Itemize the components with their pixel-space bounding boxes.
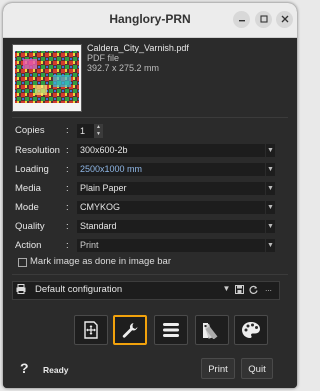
loading-label: Loading (15, 164, 49, 175)
colon: : (66, 183, 69, 194)
minimize-button[interactable] (233, 11, 250, 28)
chevron-down-icon[interactable]: ▼ (266, 201, 275, 214)
colon: : (66, 202, 69, 213)
thumbnail-image (15, 51, 79, 103)
minimize-icon (238, 20, 245, 22)
chevron-down-icon[interactable]: ▼ (266, 220, 275, 233)
queue-tool[interactable] (154, 315, 188, 345)
colon: : (66, 145, 69, 156)
mode-label: Mode (15, 202, 39, 213)
media-label: Media (15, 183, 41, 194)
colon: : (66, 240, 69, 251)
status-text: Ready (43, 365, 69, 375)
configuration-value: Default configuration (35, 284, 123, 295)
action-label: Action (15, 240, 42, 251)
mode-select[interactable]: CMYKOG (77, 201, 265, 214)
copies-stepper[interactable]: ▲ ▼ (94, 124, 103, 138)
chevron-down-icon[interactable]: ▼ (221, 283, 232, 295)
title-bar[interactable]: Hanglory-PRN (3, 3, 297, 38)
file-dimensions: 392.7 x 275.2 mm (87, 63, 160, 73)
quit-button[interactable]: Quit (241, 358, 273, 379)
save-config-button[interactable] (234, 283, 245, 295)
color-tool[interactable] (195, 315, 229, 345)
copies-label: Copies (15, 125, 45, 136)
more-config-button[interactable]: ... (263, 283, 274, 295)
close-button[interactable] (276, 11, 293, 28)
colon: : (66, 221, 69, 232)
palette-icon (242, 322, 260, 338)
maximize-icon (259, 15, 268, 23)
colon: : (66, 125, 69, 136)
color-swatch-icon (203, 323, 218, 339)
close-icon (281, 15, 288, 23)
page-layout-icon (84, 321, 98, 339)
refresh-icon (249, 285, 258, 294)
media-select[interactable]: Plain Paper (77, 182, 265, 195)
copies-input[interactable]: 1 (77, 124, 94, 138)
chevron-down-icon[interactable]: ▼ (266, 239, 275, 252)
dialog-content: Caldera_City_Varnish.pdf PDF file 392.7 … (3, 38, 297, 388)
help-button[interactable]: ? (20, 360, 29, 376)
page-layout-tool[interactable] (74, 315, 108, 345)
action-select[interactable]: Print (77, 239, 265, 252)
mark-image-label: Mark image as done in image bar (30, 256, 171, 267)
separator (12, 274, 288, 275)
chevron-down-icon[interactable]: ▼ (266, 163, 275, 176)
chevron-down-icon[interactable]: ▼ (266, 182, 275, 195)
file-type: PDF file (87, 53, 120, 63)
stepper-down-icon[interactable]: ▼ (94, 131, 103, 138)
list-icon (163, 323, 179, 337)
quality-select[interactable]: Standard (77, 220, 265, 233)
save-icon (235, 285, 244, 294)
wrench-icon (122, 323, 138, 338)
settings-tool[interactable] (113, 315, 147, 345)
resolution-select[interactable]: 300x600-2b (77, 144, 265, 157)
file-name: Caldera_City_Varnish.pdf (87, 43, 189, 53)
maximize-button[interactable] (255, 11, 272, 28)
palette-tool[interactable] (234, 315, 268, 345)
printer-icon (16, 284, 26, 294)
colon: : (66, 164, 69, 175)
loading-select[interactable]: 2500x1000 mm (77, 163, 265, 176)
stepper-up-icon[interactable]: ▲ (94, 124, 103, 131)
refresh-config-button[interactable] (248, 283, 259, 295)
window-title: Hanglory-PRN (109, 12, 191, 26)
mark-image-checkbox[interactable] (18, 258, 27, 267)
separator (12, 117, 288, 118)
main-window: Hanglory-PRN Caldera_City_Varnish.pdf PD… (3, 3, 297, 388)
quality-label: Quality (15, 221, 45, 232)
print-button[interactable]: Print (201, 358, 235, 379)
resolution-label: Resolution (15, 145, 60, 156)
file-thumbnail (12, 44, 82, 112)
chevron-down-icon[interactable]: ▼ (266, 144, 275, 157)
